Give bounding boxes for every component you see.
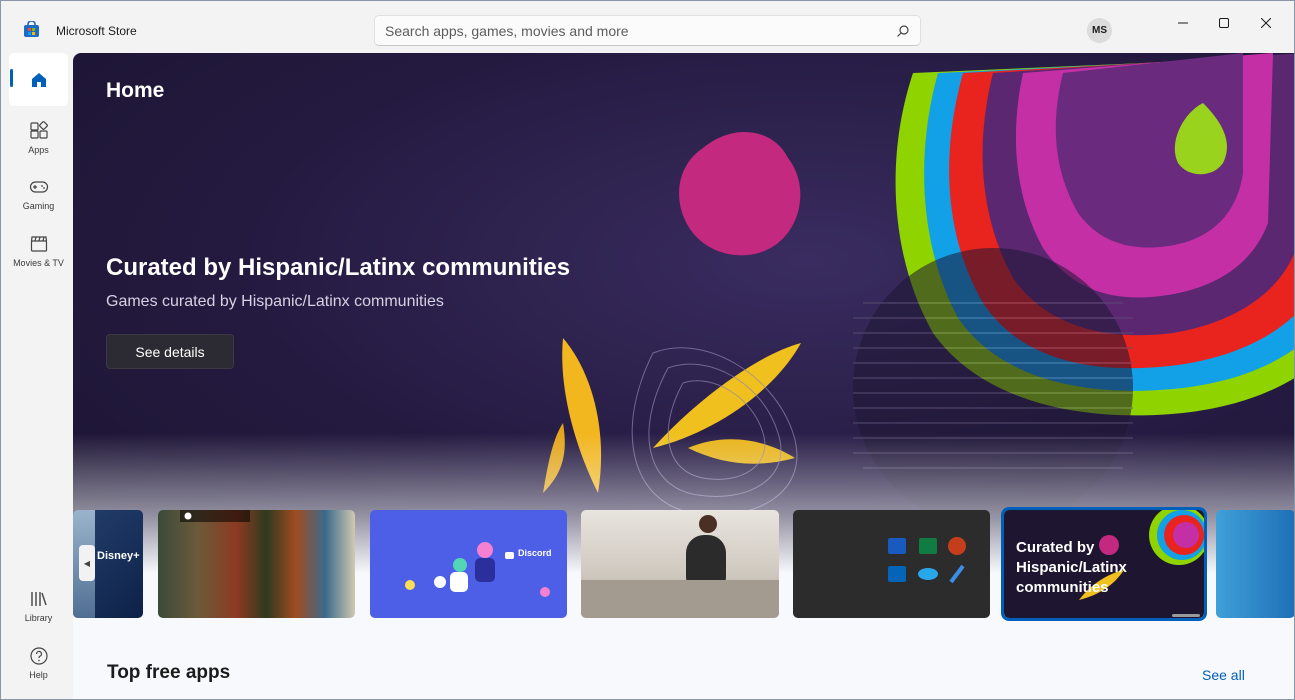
maximize-icon (1219, 18, 1229, 28)
sidebar-item-home[interactable] (9, 53, 68, 106)
disney-label: Disney+ (97, 550, 140, 562)
search-icon[interactable] (896, 24, 910, 38)
chevron-left-icon: ◀ (83, 558, 91, 568)
sidebar-label-help: Help (29, 669, 48, 680)
carousel-card-gamepass[interactable] (158, 510, 355, 618)
gamepad-icon (29, 180, 48, 193)
carousel-card-office[interactable] (793, 510, 990, 618)
store-app-icon (24, 21, 39, 37)
apps-icon (29, 120, 48, 139)
close-button[interactable] (1246, 9, 1286, 37)
minimize-button[interactable] (1163, 9, 1203, 37)
curated-card-label: Curated by Hispanic/Latinx communities (1016, 539, 1127, 596)
hero-title: Curated by Hispanic/Latinx communities (106, 254, 571, 281)
hero-subtitle: Games curated by Hispanic/Latinx communi… (106, 293, 444, 310)
sidebar-item-apps[interactable]: Apps (9, 111, 68, 164)
maximize-button[interactable] (1204, 9, 1244, 37)
close-icon (1261, 18, 1271, 28)
hero-banner[interactable]: Home Curated by Hispanic/Latinx communit… (73, 53, 1294, 573)
main-content: Home Curated by Hispanic/Latinx communit… (73, 53, 1294, 699)
help-icon (29, 646, 48, 665)
library-icon (30, 591, 47, 606)
user-avatar[interactable]: MS (1087, 18, 1112, 43)
section-title-top-free-apps: Top free apps (107, 662, 231, 683)
discord-illustration (405, 542, 550, 597)
sidebar-item-library[interactable]: Library (9, 579, 68, 632)
clapper-icon (30, 235, 47, 252)
app-title: Microsoft Store (56, 24, 137, 38)
home-icon (31, 72, 46, 87)
sidebar-label-library: Library (24, 612, 53, 623)
sidebar: Apps Gaming Movies & TV Library Help (1, 53, 73, 699)
discord-label: Discord (518, 548, 552, 558)
sidebar-label-apps: Apps (28, 144, 49, 155)
hero-carousel: Disney+ ◀ Discord Curated by Hispanic/La… (73, 507, 1294, 623)
search-box[interactable] (374, 15, 921, 46)
office-icons (888, 537, 966, 584)
carousel-card-family[interactable] (581, 510, 779, 618)
carousel-prev-button[interactable]: ◀ (79, 545, 95, 581)
sidebar-label-gaming: Gaming (22, 200, 55, 211)
see-all-link[interactable]: See all (1202, 667, 1245, 683)
sidebar-item-movies[interactable]: Movies & TV (9, 224, 68, 277)
sidebar-item-help[interactable]: Help (9, 636, 68, 689)
store-window: Microsoft Store MS (0, 0, 1295, 700)
carousel-card-partial[interactable] (1216, 510, 1294, 618)
carousel-card-discord[interactable]: Discord (370, 510, 567, 618)
minimize-icon (1178, 22, 1188, 24)
sidebar-item-gaming[interactable]: Gaming (9, 167, 68, 220)
xbox-icon (184, 512, 192, 520)
title-bar: Microsoft Store MS (1, 1, 1294, 53)
sidebar-label-movies: Movies & TV (13, 257, 64, 268)
search-input[interactable] (385, 22, 896, 39)
page-title: Home (106, 79, 165, 102)
carousel-card-curated[interactable]: Curated by Hispanic/Latinx communities (1001, 507, 1207, 621)
see-details-button[interactable]: See details (106, 334, 234, 369)
